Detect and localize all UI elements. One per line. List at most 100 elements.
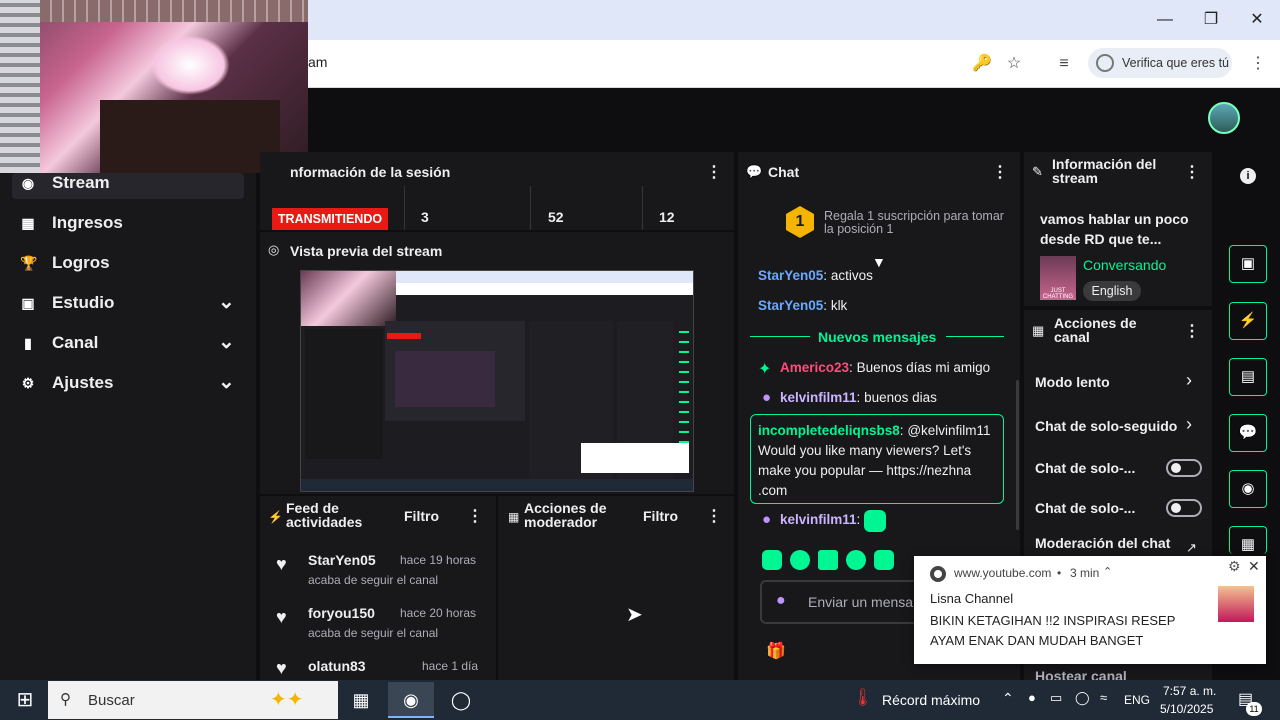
lightning-icon[interactable]: ⚡ (1229, 302, 1267, 340)
gift-text[interactable]: Regala 1 suscripción para tomar la posic… (824, 210, 1004, 236)
stat-divider (642, 186, 643, 230)
chat-username[interactable]: Americo23 (780, 360, 849, 375)
language-indicator[interactable]: ENG (1124, 693, 1150, 707)
stat-value: 12 (659, 209, 675, 225)
feed-user[interactable]: foryou150 (308, 605, 375, 621)
moderator-menu-icon[interactable]: ⋮ (706, 506, 722, 526)
clock-time[interactable]: 7:57 a. m. (1163, 684, 1216, 698)
feed-user[interactable]: olatun83 (308, 658, 366, 674)
notes-icon[interactable]: ▤ (1229, 358, 1267, 396)
chevron-up-icon[interactable]: ⌃ (1103, 565, 1112, 578)
chevron-right-icon[interactable]: › (1186, 414, 1192, 435)
sidebar-item-label: Stream (52, 173, 110, 192)
moderator-filter-button[interactable]: Filtro (643, 508, 678, 524)
star-icon[interactable]: ☆ (1002, 52, 1026, 76)
chat-moderation-action[interactable]: Moderación del chat (1035, 535, 1170, 551)
verify-button[interactable]: Verifica que eres tú (1088, 48, 1232, 78)
sidebar-item-label: Ingresos (52, 213, 123, 232)
chrome-notification[interactable]: www.youtube.com • 3 min ⌃ ⚙ ✕ Lisna Chan… (914, 556, 1266, 664)
weather-text[interactable]: Récord máximo (882, 692, 980, 708)
mic-tray-icon[interactable]: ● (1028, 690, 1036, 705)
sidebar-item-label: Canal (52, 333, 99, 352)
media-queue-icon[interactable]: ≡ (1052, 52, 1076, 76)
followers-only-action[interactable]: Chat de solo-seguido (1035, 418, 1183, 434)
new-messages-divider: Nuevos mensajes (818, 329, 937, 345)
chat-bubble-icon[interactable]: 💬 (1229, 414, 1267, 452)
sidebar-item-logros[interactable]: 🏆 Logros (0, 243, 256, 283)
feed-time: hace 20 horas (400, 606, 477, 620)
channel-actions-menu-icon[interactable]: ⋮ (1184, 321, 1200, 341)
studio-icon: ▣ (21, 295, 35, 311)
url-text[interactable]: am (308, 54, 327, 70)
sidebar-item-ingresos[interactable]: ▦ Ingresos (0, 203, 256, 243)
windows-start-icon[interactable]: ⊞ (2, 682, 48, 718)
gift-icon[interactable]: 🎁 (766, 641, 786, 661)
close-icon[interactable]: ✕ (1234, 8, 1280, 32)
emote-icon[interactable] (790, 550, 810, 570)
chevron-down-icon: ⌄ (218, 291, 235, 313)
chrome-taskbar-icon[interactable]: ◉ (388, 682, 434, 718)
info-icon[interactable]: i (1240, 168, 1256, 184)
stream-info-menu-icon[interactable]: ⋮ (1184, 162, 1200, 182)
preview-icon: ◎ (268, 242, 280, 257)
subscribers-only-toggle[interactable] (1166, 459, 1202, 477)
chat-menu-icon[interactable]: ⋮ (992, 162, 1008, 182)
verify-label: Verifica que eres tú (1122, 56, 1230, 70)
preview-webcam (301, 271, 396, 326)
chat-username[interactable]: kelvinfilm11 (780, 390, 857, 405)
stat-divider (404, 186, 405, 230)
emote-icon[interactable] (818, 550, 838, 570)
collapse-icon[interactable]: ▼ (872, 254, 886, 270)
chat-username[interactable]: StarYen05 (758, 268, 823, 283)
clock-date[interactable]: 5/10/2025 (1160, 702, 1213, 716)
close-icon[interactable]: ✕ (1248, 558, 1260, 575)
key-icon[interactable]: 🔑 (970, 52, 994, 76)
gear-icon[interactable]: ⚙ (1228, 558, 1241, 575)
chevron-down-icon: ⌄ (218, 371, 235, 393)
clip-icon[interactable]: ▣ (1229, 245, 1267, 283)
preview-taskbar (301, 479, 693, 491)
obs-taskbar-icon[interactable]: ◯ (438, 682, 484, 718)
language-tag[interactable]: English (1083, 281, 1141, 301)
emote-icon[interactable] (874, 550, 894, 570)
emote-only-toggle[interactable] (1166, 499, 1202, 517)
chat-username[interactable]: StarYen05 (758, 298, 823, 313)
category-thumbnail[interactable]: JUST CHATTING (1040, 256, 1076, 300)
sidebar-item-ajustes[interactable]: ⚙ Ajustes ⌄ (0, 363, 256, 403)
taskbar-search[interactable]: ⚲ Buscar ✦✦ (48, 681, 338, 719)
session-menu-icon[interactable]: ⋮ (706, 162, 722, 182)
sidebar-item-canal[interactable]: ▮ Canal ⌄ (0, 323, 256, 363)
stream-title[interactable]: vamos hablar un poco desde RD que te... (1040, 209, 1208, 249)
feed-menu-icon[interactable]: ⋮ (467, 506, 483, 526)
sidebar-item-estudio[interactable]: ▣ Estudio ⌄ (0, 283, 256, 323)
broadcast-icon[interactable]: ◉ (1229, 470, 1267, 508)
slow-mode-action[interactable]: Modo lento (1035, 374, 1110, 390)
browser-menu-icon[interactable]: ⋮ (1246, 52, 1270, 76)
chevron-right-icon[interactable]: › (1186, 370, 1192, 391)
popout-icon[interactable]: ↗ (1186, 540, 1197, 556)
maximize-icon[interactable]: ❐ (1188, 8, 1234, 32)
tray-chevron-icon[interactable]: ⌃ (1002, 690, 1014, 707)
feed-user[interactable]: StarYen05 (308, 552, 376, 568)
host-channel-action[interactable]: Hostear canal (1035, 668, 1127, 680)
avatar[interactable] (1208, 102, 1240, 134)
chat-scrollbar[interactable] (1016, 380, 1019, 530)
heart-icon: ♥ (276, 554, 287, 574)
battery-icon[interactable]: ▭ (1050, 690, 1062, 706)
task-view-icon[interactable]: ▦ (338, 682, 384, 718)
preview-notification (581, 443, 689, 473)
minimize-icon[interactable]: — (1142, 8, 1188, 32)
chat-username[interactable]: incompletedeliqnsbs8 (758, 423, 900, 438)
category-name[interactable]: Conversando (1083, 257, 1166, 273)
emote-icon[interactable] (846, 550, 866, 570)
layout-icon[interactable]: ▦ (1229, 526, 1267, 554)
vpn-icon[interactable]: ◯ (1075, 690, 1090, 706)
stream-preview-video[interactable] (300, 270, 694, 492)
preview-title: Vista previa del stream (290, 243, 443, 259)
wifi-icon[interactable]: ≈ (1100, 690, 1107, 705)
sidebar-item-label: Estudio (52, 293, 115, 312)
emote-icon[interactable] (762, 550, 782, 570)
list-item: ♥ olatun83 hace 1 día (260, 656, 496, 678)
feed-filter-button[interactable]: Filtro (404, 508, 439, 524)
chat-username[interactable]: kelvinfilm11 (780, 512, 857, 527)
